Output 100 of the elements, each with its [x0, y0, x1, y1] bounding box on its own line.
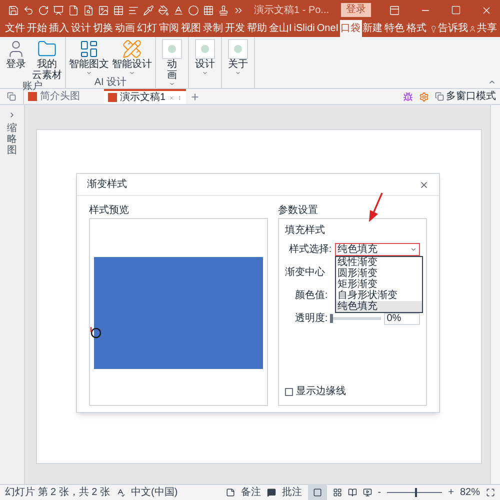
checkbox[interactable] — [284, 388, 293, 396]
ribbon-button[interactable]: 设计 — [192, 39, 218, 76]
ribbon-tab[interactable]: 插入 — [48, 20, 70, 37]
font-color-icon[interactable] — [173, 4, 184, 16]
fit-slide-icon[interactable] — [486, 488, 495, 497]
ribbon-button[interactable]: 登录 — [3, 39, 29, 81]
thumbnail-label[interactable]: 缩略图 — [7, 123, 17, 156]
dropdown-option[interactable]: 矩形渐变 — [336, 279, 422, 290]
windows-icon[interactable] — [435, 92, 444, 101]
slide-info: 幻灯片 第 2 张，共 2 张 — [5, 486, 110, 500]
maximize-icon[interactable] — [451, 5, 461, 15]
pencil-ruler-icon — [122, 39, 142, 59]
ribbon-tab[interactable]: 审阅 — [158, 20, 180, 37]
ribbon-button[interactable]: 智能图文 — [69, 39, 109, 76]
tell-me-button[interactable]: 告诉我 — [436, 20, 469, 37]
ribbon-button[interactable]: 我的 云素材 — [32, 39, 62, 81]
dialog-title: 渐变样式 — [87, 178, 127, 192]
dropdown-option[interactable]: 圆形渐变 — [336, 268, 422, 279]
document-tab[interactable]: 演示文稿1 — [104, 89, 186, 104]
zoom-in-button[interactable]: + — [448, 485, 454, 500]
reading-view-icon[interactable] — [348, 488, 357, 497]
ribbon-tab[interactable]: 特色 — [384, 20, 406, 37]
normal-view-icon[interactable] — [312, 488, 322, 497]
ribbon-tab[interactable]: iSlidi — [292, 20, 316, 37]
plugin-icon[interactable] — [403, 92, 413, 102]
section-label: 参数设置 — [278, 204, 319, 218]
caret-icon — [410, 246, 417, 253]
ribbon-tab[interactable]: 帮助 — [246, 20, 268, 37]
save-icon[interactable] — [8, 4, 19, 16]
close-tab-icon[interactable] — [168, 94, 174, 102]
slideshow-icon[interactable] — [53, 4, 64, 16]
gradient-center-handle-icon[interactable] — [90, 326, 102, 340]
ribbon-tab[interactable]: 视图 — [180, 20, 202, 37]
ribbon-tab[interactable]: 设计 — [70, 20, 92, 37]
field-label: 渐变中心 — [284, 266, 325, 280]
ribbon-tab[interactable]: OneI — [316, 20, 340, 37]
ribbon-tab[interactable]: 幻灯 — [136, 20, 158, 37]
notes-icon[interactable] — [226, 488, 235, 497]
document-tab[interactable]: 简介头图 — [24, 89, 104, 104]
close-icon[interactable] — [419, 180, 429, 190]
share-button[interactable]: 共享 — [476, 20, 500, 37]
group-label: 填充样式 — [284, 224, 326, 238]
ribbon-button[interactable]: 动 画 — [159, 39, 185, 87]
checkbox-label: 显示边缘线 — [296, 384, 346, 399]
circle-icon[interactable] — [188, 4, 199, 16]
proofing-icon[interactable] — [116, 488, 126, 497]
document-icon[interactable] — [68, 4, 79, 16]
slide-sorter-icon[interactable] — [332, 488, 342, 497]
notes-button[interactable]: 备注 — [240, 485, 261, 500]
comments-button[interactable]: 批注 — [282, 485, 302, 500]
zoom-level[interactable]: 82% — [460, 485, 480, 500]
folder-icon — [37, 39, 57, 59]
group-label: AI 设计 — [94, 77, 127, 88]
ribbon-button[interactable]: 智能设计 — [112, 39, 152, 76]
stamp-icon[interactable] — [218, 4, 229, 16]
close-icon[interactable] — [481, 4, 492, 16]
collapse-ribbon-icon[interactable] — [488, 78, 496, 86]
dropdown-option[interactable]: 自身形状渐变 — [336, 290, 422, 301]
login-button[interactable]: 登录 — [341, 3, 372, 17]
ribbon-tab[interactable]: 录制 — [202, 20, 224, 37]
slideshow-icon[interactable] — [362, 488, 372, 497]
ribbon-tab[interactable]: 切换 — [92, 20, 114, 37]
fill-bucket-icon[interactable] — [158, 4, 169, 16]
opacity-slider[interactable] — [330, 317, 381, 320]
dropdown-option[interactable]: 纯色填充 — [336, 301, 422, 312]
field-label: 颜色值: — [294, 288, 328, 303]
ribbon-tab[interactable]: 口袋 — [340, 20, 362, 37]
image-icon[interactable] — [98, 4, 109, 16]
ribbon-tab[interactable]: 新建 — [362, 20, 384, 37]
comments-icon[interactable] — [266, 488, 276, 497]
tab-list-icon[interactable] — [7, 92, 16, 101]
align-icon[interactable] — [128, 4, 139, 16]
ribbon-tab[interactable]: 格式 — [406, 20, 428, 37]
undo-icon[interactable] — [23, 4, 34, 16]
expand-icon[interactable] — [8, 111, 16, 119]
ribbon-tab[interactable]: 金山I — [268, 20, 293, 37]
group-label: 账户 — [22, 81, 42, 92]
new-tab-icon[interactable] — [190, 92, 200, 102]
share-icon[interactable] — [468, 24, 476, 34]
multi-window-button[interactable]: 多窗口模式 — [444, 89, 500, 104]
ribbon-tab[interactable]: 开发 — [224, 20, 246, 37]
style-select[interactable]: 纯色填充 — [334, 243, 420, 256]
ribbon-tab[interactable]: 文件 — [4, 20, 26, 37]
language-label[interactable]: 中文(中国) — [131, 485, 178, 500]
preview-icon[interactable] — [83, 4, 94, 16]
dropdown-option[interactable]: 线性渐变 — [336, 257, 422, 268]
zoom-out-button[interactable]: - — [378, 485, 382, 500]
arrow-icon — [367, 192, 385, 224]
ribbon-tab[interactable]: 开始 — [26, 20, 48, 37]
ribbon-display-icon[interactable] — [389, 4, 400, 16]
table-icon[interactable] — [113, 4, 124, 16]
settings-icon[interactable] — [419, 92, 429, 102]
board-icon — [79, 39, 99, 59]
eyedropper-icon[interactable] — [143, 4, 154, 16]
redo-icon[interactable] — [38, 4, 49, 16]
lightbulb-icon — [430, 24, 437, 34]
ribbon-button[interactable]: 关于 — [225, 39, 251, 76]
ribbon-tab[interactable]: 动画 — [114, 20, 136, 37]
opacity-input[interactable]: 0% — [384, 312, 420, 324]
grid-icon[interactable] — [203, 4, 214, 16]
